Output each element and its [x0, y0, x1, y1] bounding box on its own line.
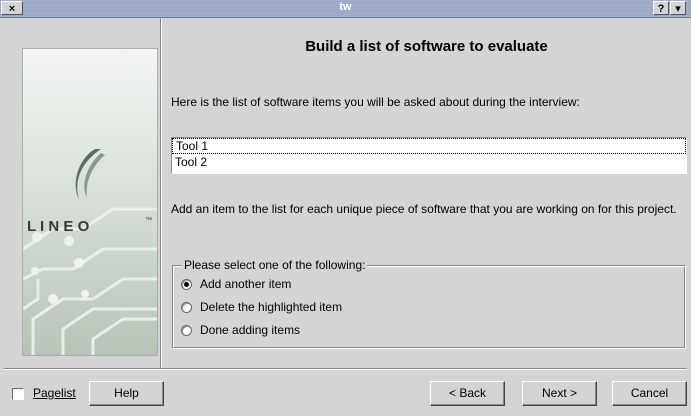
- cancel-button[interactable]: Cancel: [612, 381, 687, 406]
- circuit-board-graphic: L I N E O ™: [23, 49, 157, 355]
- radio-label: Done adding items: [200, 323, 301, 337]
- back-button[interactable]: < Back: [430, 381, 505, 406]
- title-bar: × tw ? ▾: [0, 0, 691, 18]
- software-list[interactable]: Tool 1 Tool 2: [171, 137, 687, 174]
- help-icon[interactable]: ?: [653, 1, 669, 15]
- options-group-label: Please select one of the following:: [182, 258, 368, 272]
- footer-separator: [4, 368, 687, 370]
- window-title: tw: [339, 1, 352, 13]
- vertical-separator: [160, 18, 162, 368]
- radio-label: Add another item: [200, 277, 292, 291]
- radio-add-another-item[interactable]: Add another item: [181, 276, 291, 292]
- next-button[interactable]: Next >: [522, 381, 597, 406]
- list-item[interactable]: Tool 2: [172, 154, 686, 170]
- pagelist-checkbox[interactable]: [12, 388, 24, 400]
- add-item-description: Add an item to the list for each unique …: [171, 202, 677, 216]
- radio-delete-highlighted-item[interactable]: Delete the highlighted item: [181, 299, 342, 315]
- radio-checked-icon[interactable]: [181, 278, 192, 290]
- trademark-mark: ™: [145, 217, 152, 224]
- radio-unchecked-icon[interactable]: [181, 301, 192, 313]
- lineo-logo-text: L I N E O: [27, 218, 90, 235]
- radio-label: Delete the highlighted item: [200, 300, 343, 314]
- page-title: Build a list of software to evaluate: [305, 38, 548, 55]
- lineo-side-image: L I N E O ™: [22, 48, 158, 356]
- intro-text: Here is the list of software items you w…: [171, 95, 580, 109]
- list-item[interactable]: Tool 1: [172, 138, 686, 154]
- radio-done-adding-items[interactable]: Done adding items: [181, 322, 300, 338]
- radio-unchecked-icon[interactable]: [181, 324, 192, 336]
- pagelist-label: Pagelist: [33, 386, 76, 400]
- help-button[interactable]: Help: [89, 381, 164, 406]
- window-menu-icon[interactable]: ▾: [670, 1, 686, 15]
